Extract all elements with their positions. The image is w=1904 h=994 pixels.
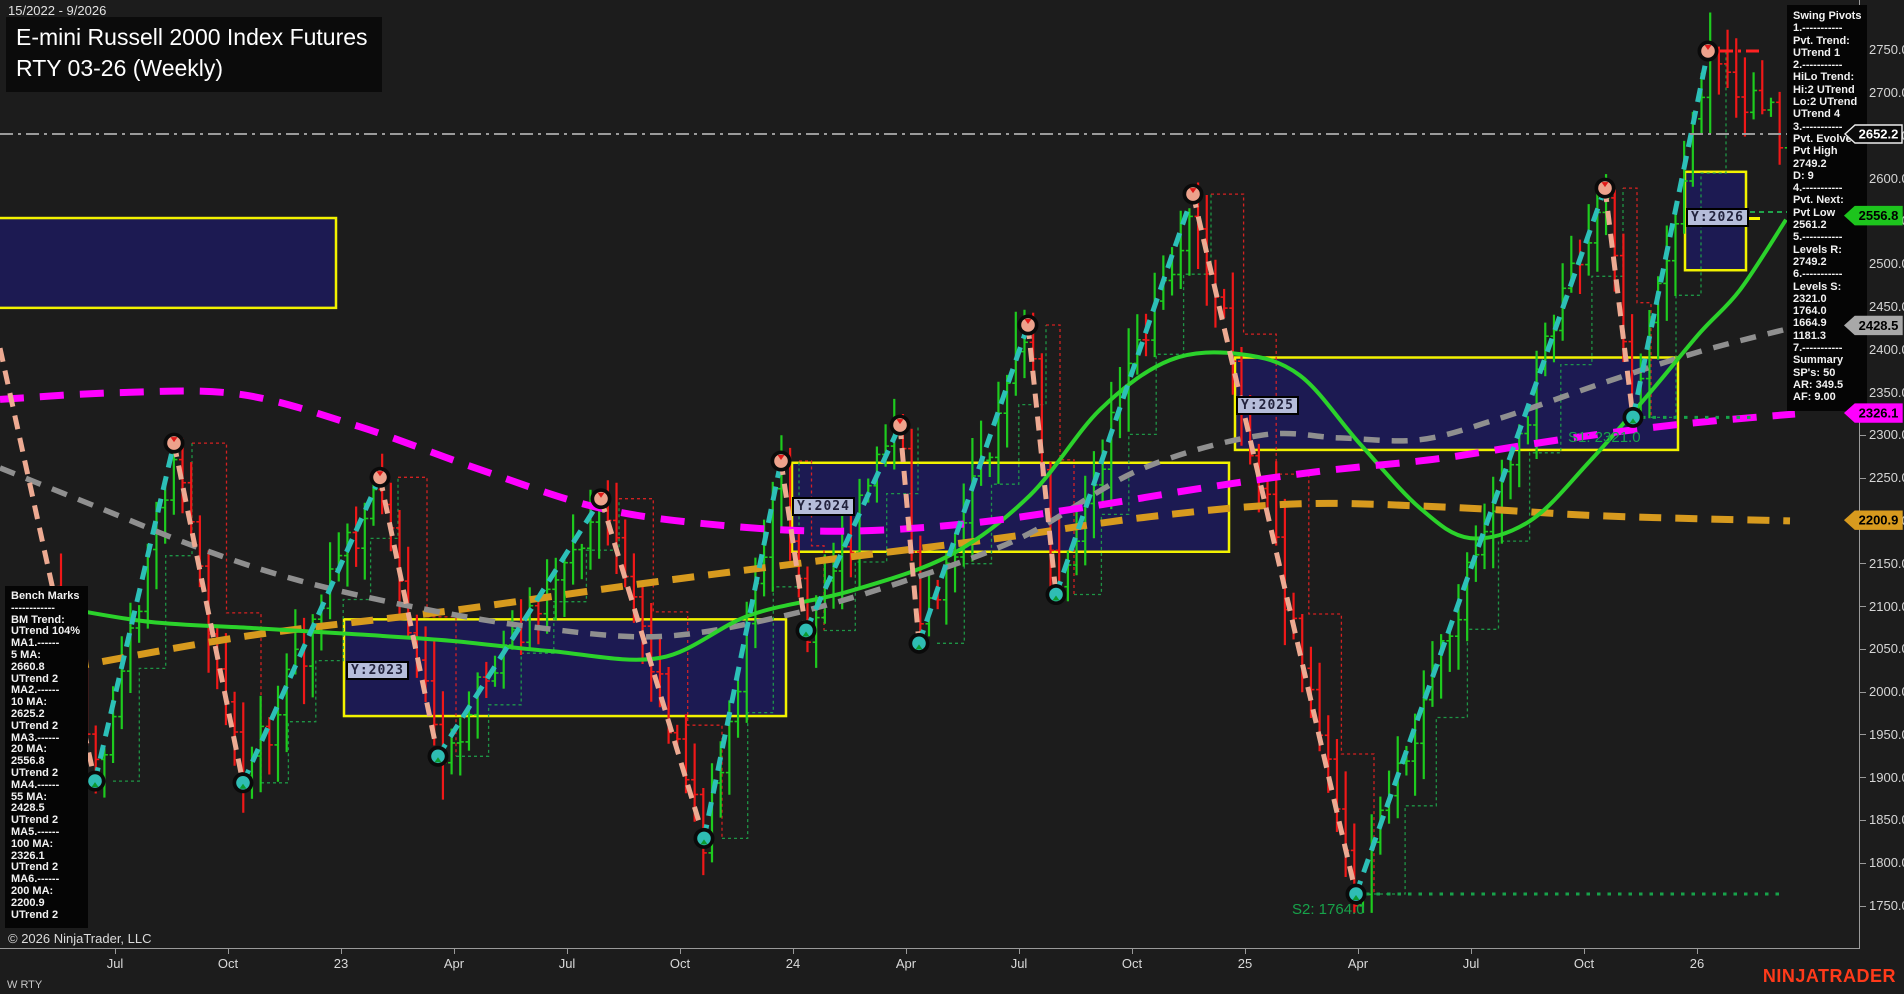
ma200-badge-label: 2200.9	[1859, 513, 1899, 528]
pivot-marker-low	[909, 633, 930, 654]
panel-line: UTrend 2	[11, 721, 85, 733]
pivot-marker-high	[771, 451, 792, 472]
panel-line: ------------	[11, 603, 85, 615]
pivot-marker-high	[1698, 40, 1719, 61]
ma100-badge-label: 2326.1	[1859, 406, 1899, 421]
year-label-chip: Y:2024	[792, 497, 855, 516]
pivot-marker-low	[1046, 584, 1067, 605]
chart-title-line1: E-mini Russell 2000 Index Futures	[16, 22, 368, 53]
pivot-marker-low	[1623, 407, 1644, 428]
stop-step-line-up	[1374, 188, 1623, 894]
bench-marks-panel: Bench Marks------------BM Trend:UTrend 1…	[5, 586, 88, 928]
pivot-marker-high	[1183, 184, 1204, 205]
chart-window: S1: 2321.0S2: 1764.0 15/2022 - 9/2026 E-…	[0, 0, 1904, 994]
pivot-marker-high	[1595, 178, 1616, 199]
stop-step-line-up	[113, 443, 192, 781]
chart-title-block: E-mini Russell 2000 Index Futures RTY 03…	[6, 17, 382, 92]
panel-line: 200 MA:	[11, 886, 85, 898]
stop-step-line-down	[1211, 194, 1374, 894]
date-range: 15/2022 - 9/2026	[8, 3, 106, 18]
panel-line: 100 MA:	[11, 839, 85, 851]
panel-line: 2660.8	[11, 662, 85, 674]
chart-title-line2: RTY 03-26 (Weekly)	[16, 53, 368, 84]
pivot-marker-high	[890, 415, 911, 436]
panel-line: UTrend 2	[11, 768, 85, 780]
pivot-marker-low	[694, 828, 715, 849]
instrument-label: W RTY	[7, 979, 42, 991]
pivot-marker-high	[370, 467, 391, 488]
year-label-chip: Y:2023	[346, 661, 409, 680]
last-price-badge-label: 2652.2	[1859, 127, 1899, 142]
plot-area[interactable]: S1: 2321.0S2: 1764.0	[0, 13, 1859, 919]
copyright-text: © 2026 NinjaTrader, LLC	[8, 931, 152, 946]
year-label-chip: Y:2025	[1236, 396, 1299, 415]
price-badges: 2652.2 2556.8 2428.5 2326.1 2200.9	[1840, 0, 1904, 994]
panel-line: 2625.2	[11, 709, 85, 721]
year-label-chip: Y:2026	[1686, 208, 1749, 227]
panel-line: UTrend 2	[11, 910, 85, 922]
ma20-badge-label: 2556.8	[1859, 208, 1899, 223]
pivot-marker-high	[1018, 314, 1039, 335]
s1-level-label: S1: 2321.0	[1568, 429, 1641, 446]
pivot-marker-low	[1346, 884, 1367, 905]
ma55-badge-label: 2428.5	[1859, 318, 1899, 333]
zigzag-leg	[1356, 188, 1605, 894]
pivot-marker-high	[591, 488, 612, 509]
pivot-marker-low	[233, 772, 254, 793]
zigzag-leg	[95, 443, 174, 781]
pivot-marker-high	[164, 433, 185, 454]
panel-line: MA5.------	[11, 827, 85, 839]
stop-step-line-down	[192, 443, 261, 783]
panel-line: 5 MA:	[11, 650, 85, 662]
year-box	[0, 218, 336, 308]
price-chart-canvas[interactable]: S1: 2321.0S2: 1764.0	[0, 0, 1904, 994]
panel-line: MA4.------	[11, 780, 85, 792]
panel-line: 2200.9	[11, 898, 85, 910]
pivot-marker-low	[428, 746, 449, 767]
year-box	[344, 619, 786, 716]
pivot-marker-low	[796, 620, 817, 641]
